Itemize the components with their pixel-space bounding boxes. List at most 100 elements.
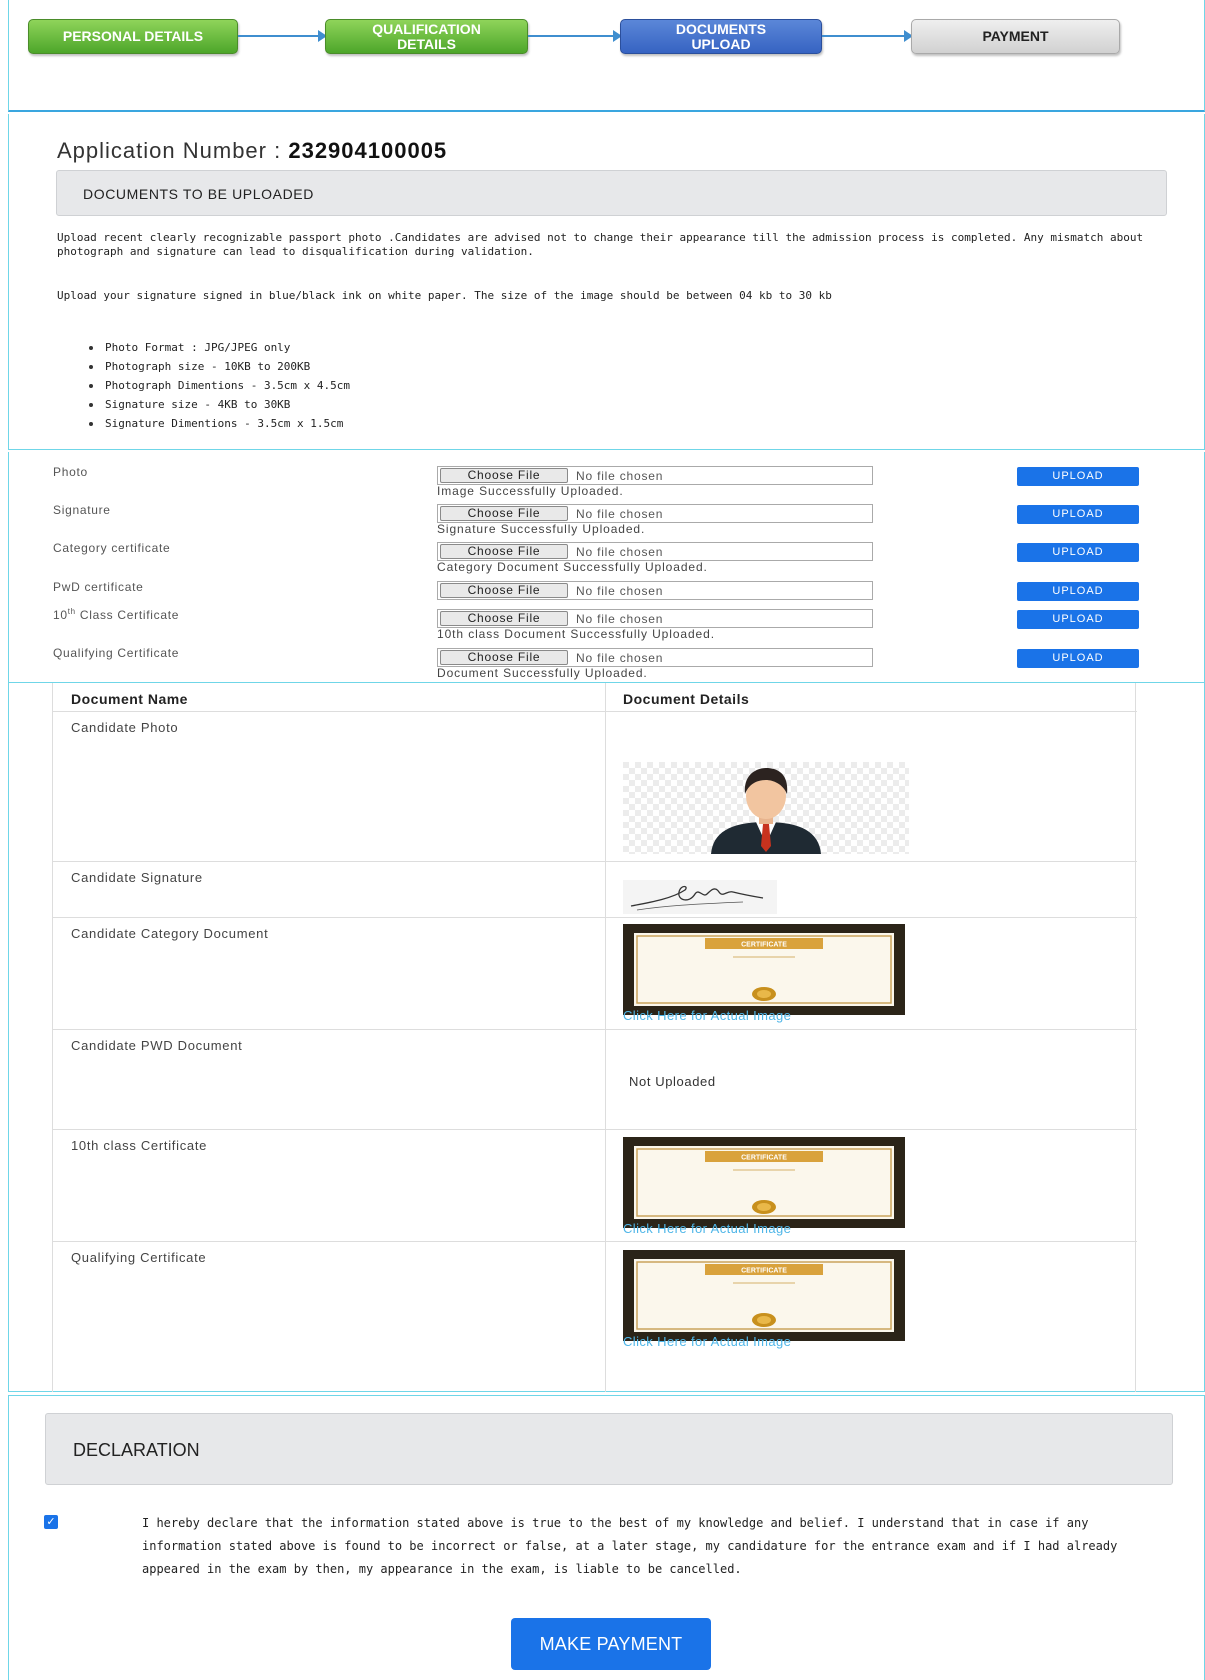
choose-file-button[interactable]: Choose File	[440, 506, 568, 521]
choose-file-button[interactable]: Choose File	[440, 611, 568, 626]
application-number: Application Number : 232904100005	[57, 138, 447, 164]
file-status: No file chosen	[576, 507, 664, 521]
application-number-label: Application Number :	[57, 138, 282, 163]
category-certificate-upload-status: Category Document Successfully Uploaded.	[437, 560, 708, 574]
uploaded-documents-section: Document Name Document Details Candidate…	[8, 683, 1205, 1392]
declaration-line: appeared in the exam by then, my appeara…	[142, 1562, 742, 1576]
choose-file-button[interactable]: Choose File	[440, 544, 568, 559]
step-documents-upload[interactable]: DOCUMENTS UPLOAD	[620, 19, 822, 54]
requirements-list: Photo Format : JPG/JPEG only Photograph …	[87, 340, 350, 435]
list-item: Photograph Dimentions - 3.5cm x 4.5cm	[87, 378, 350, 397]
step-qualification-details[interactable]: QUALIFICATION DETAILS	[325, 19, 528, 54]
column-header-document-name: Document Name	[71, 691, 188, 707]
tenth-class-certificate-upload-status: 10th class Document Successfully Uploade…	[437, 627, 715, 641]
document-name: Candidate Category Document	[71, 926, 269, 941]
category-certificate-file-input[interactable]: Choose File No file chosen	[437, 542, 873, 561]
tenth-class-certificate-thumbnail[interactable]: CERTIFICATE	[623, 1137, 905, 1228]
document-name: Candidate PWD Document	[71, 1038, 243, 1053]
document-name: Candidate Photo	[71, 720, 179, 735]
upload-form: Photo Choose File No file chosen Image S…	[8, 452, 1205, 683]
declaration-line: information stated above is found to be …	[142, 1539, 1118, 1553]
table-row: Candidate PWD Document Not Uploaded	[53, 1029, 1137, 1129]
photo-upload-button[interactable]: UPLOAD	[1017, 467, 1139, 486]
step-payment-label: PAYMENT	[982, 28, 1049, 44]
declaration-section: DECLARATION ✓ I hereby declare that the …	[8, 1395, 1205, 1680]
document-name: Candidate Signature	[71, 870, 203, 885]
photo-upload-status: Image Successfully Uploaded.	[437, 484, 624, 498]
list-item: Signature Dimentions - 3.5cm x 1.5cm	[87, 416, 350, 435]
photo-label: Photo	[53, 465, 88, 479]
pwd-certificate-label: PwD certificate	[53, 580, 144, 594]
table-row: Candidate Category Document CERTIFICATE …	[53, 917, 1137, 1029]
step-qualification-details-label: QUALIFICATION DETAILS	[372, 20, 481, 52]
signature-file-input[interactable]: Choose File No file chosen	[437, 504, 873, 523]
list-item: Signature size - 4KB to 30KB	[87, 397, 350, 416]
documents-heading: DOCUMENTS TO BE UPLOADED	[83, 186, 314, 202]
document-name: 10th class Certificate	[71, 1138, 208, 1153]
choose-file-button[interactable]: Choose File	[440, 468, 568, 483]
pwd-certificate-upload-button[interactable]: UPLOAD	[1017, 582, 1139, 601]
photo-file-input[interactable]: Choose File No file chosen	[437, 466, 873, 485]
tenth-class-certificate-file-input[interactable]: Choose File No file chosen	[437, 609, 873, 628]
declaration-checkbox[interactable]: ✓	[44, 1515, 58, 1529]
tenth-class-certificate-label: 10th Class Certificate	[53, 607, 180, 622]
candidate-photo-thumbnail[interactable]	[623, 762, 909, 854]
svg-text:CERTIFICATE: CERTIFICATE	[741, 1155, 787, 1162]
list-item: Photograph size - 10KB to 200KB	[87, 359, 350, 378]
tenth-class-certificate-upload-button[interactable]: UPLOAD	[1017, 610, 1139, 629]
step-arrow	[528, 30, 622, 42]
checkmark-icon: ✓	[46, 1515, 56, 1528]
declaration-line: I hereby declare that the information st…	[142, 1516, 1089, 1530]
step-documents-upload-label: DOCUMENTS UPLOAD	[675, 20, 767, 52]
file-status: No file chosen	[576, 469, 664, 483]
pwd-certificate-file-input[interactable]: Choose File No file chosen	[437, 581, 873, 600]
not-uploaded-text: Not Uploaded	[629, 1074, 716, 1089]
choose-file-button[interactable]: Choose File	[440, 583, 568, 598]
photo-instruction: Upload recent clearly recognizable passp…	[57, 231, 1144, 258]
signature-upload-button[interactable]: UPLOAD	[1017, 505, 1139, 524]
table-row: 10th class Certificate CERTIFICATE Click…	[53, 1129, 1137, 1241]
document-name: Qualifying Certificate	[71, 1250, 207, 1265]
step-payment[interactable]: PAYMENT	[911, 19, 1120, 54]
qualifying-certificate-upload-status: Document Successfully Uploaded.	[437, 666, 648, 680]
view-actual-image-link[interactable]: Click Here for Actual Image	[623, 1334, 791, 1349]
documents-instructions-section: Application Number : 232904100005 DOCUME…	[8, 114, 1205, 450]
documents-heading-bar: DOCUMENTS TO BE UPLOADED	[56, 170, 1167, 216]
qualifying-certificate-thumbnail[interactable]: CERTIFICATE	[623, 1250, 905, 1341]
step-arrow	[822, 30, 913, 42]
declaration-text: I hereby declare that the information st…	[142, 1512, 1162, 1581]
list-item: Photo Format : JPG/JPEG only	[87, 340, 350, 359]
step-personal-details-label: PERSONAL DETAILS	[62, 28, 204, 44]
file-status: No file chosen	[576, 545, 664, 559]
step-arrow	[238, 30, 327, 42]
table-row: Candidate Signature	[53, 861, 1137, 917]
table-row: Candidate Photo	[53, 711, 1137, 861]
column-header-document-details: Document Details	[623, 691, 750, 707]
table-row: Qualifying Certificate CERTIFICATE Click…	[53, 1241, 1137, 1392]
declaration-heading: DECLARATION	[73, 1440, 200, 1460]
progress-stepper: PERSONAL DETAILS QUALIFICATION DETAILS D…	[8, 0, 1205, 112]
signature-instruction: Upload your signature signed in blue/bla…	[57, 289, 832, 302]
declaration-heading-bar: DECLARATION	[45, 1413, 1173, 1485]
qualifying-certificate-upload-button[interactable]: UPLOAD	[1017, 649, 1139, 668]
application-number-value: 232904100005	[288, 138, 448, 163]
view-actual-image-link[interactable]: Click Here for Actual Image	[623, 1221, 791, 1236]
candidate-signature-thumbnail[interactable]	[623, 880, 777, 914]
file-status: No file chosen	[576, 584, 664, 598]
make-payment-button[interactable]: MAKE PAYMENT	[511, 1618, 711, 1670]
category-certificate-upload-button[interactable]: UPLOAD	[1017, 543, 1139, 562]
file-status: No file chosen	[576, 651, 664, 665]
choose-file-button[interactable]: Choose File	[440, 650, 568, 665]
signature-upload-status: Signature Successfully Uploaded.	[437, 522, 646, 536]
file-status: No file chosen	[576, 612, 664, 626]
qualifying-certificate-file-input[interactable]: Choose File No file chosen	[437, 648, 873, 667]
uploaded-documents-table: Document Name Document Details Candidate…	[52, 683, 1137, 1392]
signature-label: Signature	[53, 503, 111, 517]
category-certificate-thumbnail[interactable]: CERTIFICATE	[623, 924, 905, 1015]
svg-text:CERTIFICATE: CERTIFICATE	[741, 1268, 787, 1275]
step-personal-details[interactable]: PERSONAL DETAILS	[28, 19, 238, 54]
category-certificate-label: Category certificate	[53, 541, 171, 555]
svg-text:CERTIFICATE: CERTIFICATE	[741, 942, 787, 949]
view-actual-image-link[interactable]: Click Here for Actual Image	[623, 1008, 791, 1023]
qualifying-certificate-label: Qualifying Certificate	[53, 646, 180, 660]
